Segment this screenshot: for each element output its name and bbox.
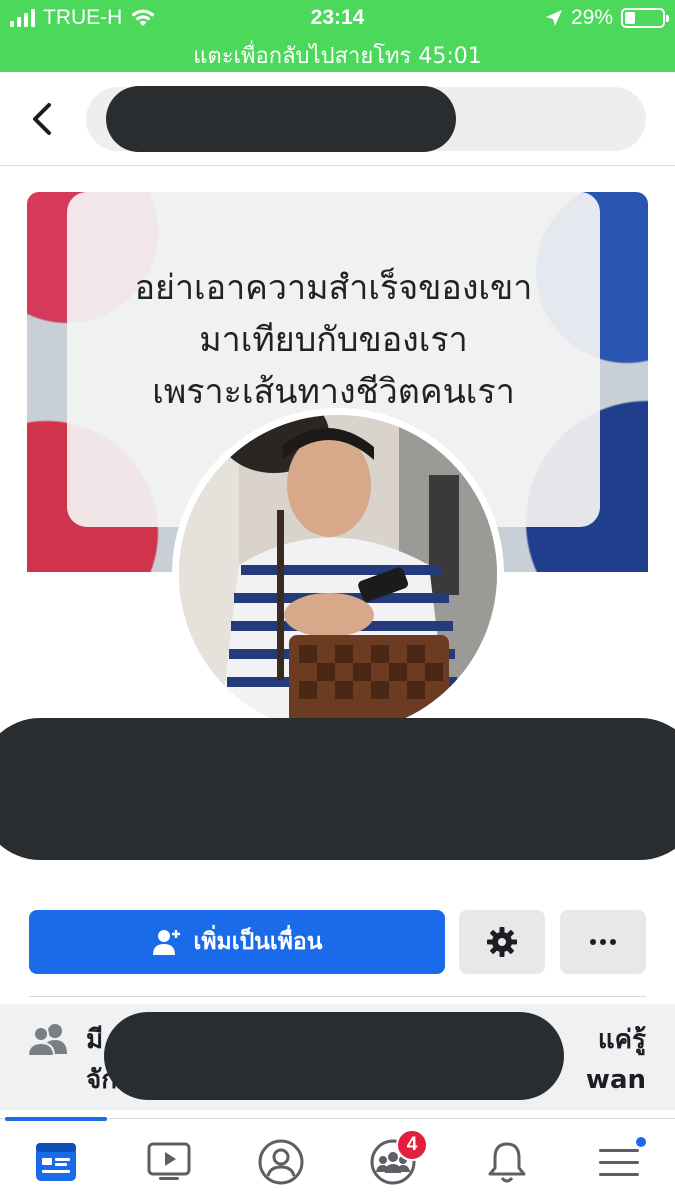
tab-groups[interactable]: 4 bbox=[358, 1129, 428, 1195]
profile-photo-illustration bbox=[179, 415, 497, 733]
tab-news-feed[interactable] bbox=[21, 1129, 91, 1195]
status-right: 29% bbox=[545, 6, 669, 30]
news-feed-icon bbox=[36, 1143, 76, 1181]
people-icon bbox=[28, 1024, 67, 1056]
redacted-mutual-friends bbox=[104, 1012, 564, 1100]
mutual-line-1-end: แค่รู้ bbox=[597, 1025, 646, 1055]
back-button[interactable] bbox=[22, 96, 62, 142]
battery-icon bbox=[621, 8, 669, 28]
redacted-name-bio bbox=[0, 718, 675, 860]
active-tab-indicator bbox=[5, 1117, 107, 1121]
facebook-profile-screen: TRUE-H 23:14 29% แตะเพื่อกลับไปสายโทร 45… bbox=[0, 0, 675, 1200]
section-divider bbox=[29, 996, 646, 997]
mutual-friends-row[interactable]: มี แค่รู้ จัก wan bbox=[0, 1004, 675, 1110]
tab-notifications[interactable] bbox=[472, 1129, 542, 1195]
mutual-line-2-end: wan bbox=[585, 1065, 646, 1095]
back-chevron-icon bbox=[33, 103, 51, 135]
groups-notification-badge: 4 bbox=[396, 1129, 428, 1161]
cover-quote-line: มาเทียบกับของเรา bbox=[199, 320, 468, 360]
more-icon bbox=[590, 939, 616, 945]
mutual-line-1-start: มี bbox=[86, 1025, 104, 1055]
redacted-profile-name-search bbox=[106, 86, 456, 152]
tab-watch[interactable] bbox=[134, 1129, 204, 1195]
cover-quote-line: อย่าเอาความสำเร็จของเขา bbox=[134, 268, 533, 308]
battery-fill bbox=[625, 12, 636, 24]
profile-photo bbox=[179, 415, 497, 733]
menu-notification-dot bbox=[634, 1135, 648, 1149]
add-friend-icon bbox=[152, 930, 180, 955]
top-header bbox=[0, 72, 675, 166]
location-arrow-icon bbox=[545, 10, 562, 26]
gear-icon bbox=[487, 927, 517, 957]
cover-quote-text: อย่าเอาความสำเร็จของเขา มาเทียบกับของเรา… bbox=[67, 262, 600, 418]
bell-icon bbox=[488, 1142, 526, 1183]
profile-settings-button[interactable] bbox=[459, 910, 545, 974]
status-bar[interactable]: TRUE-H 23:14 29% แตะเพื่อกลับไปสายโทร 45… bbox=[0, 0, 675, 72]
more-options-button[interactable] bbox=[560, 910, 646, 974]
return-to-call-banner[interactable]: แตะเพื่อกลับไปสายโทร 45:01 bbox=[0, 38, 675, 73]
menu-icon bbox=[599, 1149, 639, 1176]
bottom-tab-bar: 4 bbox=[0, 1117, 675, 1200]
profile-picture[interactable] bbox=[172, 408, 504, 740]
add-friend-label: เพิ่มเป็นเพื่อน bbox=[193, 929, 323, 955]
watch-video-icon bbox=[147, 1142, 191, 1180]
tab-menu[interactable] bbox=[584, 1129, 654, 1195]
tab-profile[interactable] bbox=[246, 1129, 316, 1195]
battery-percent: 29% bbox=[570, 6, 613, 29]
profile-icon bbox=[258, 1139, 304, 1185]
add-friend-button[interactable]: เพิ่มเป็นเพื่อน bbox=[29, 910, 445, 974]
